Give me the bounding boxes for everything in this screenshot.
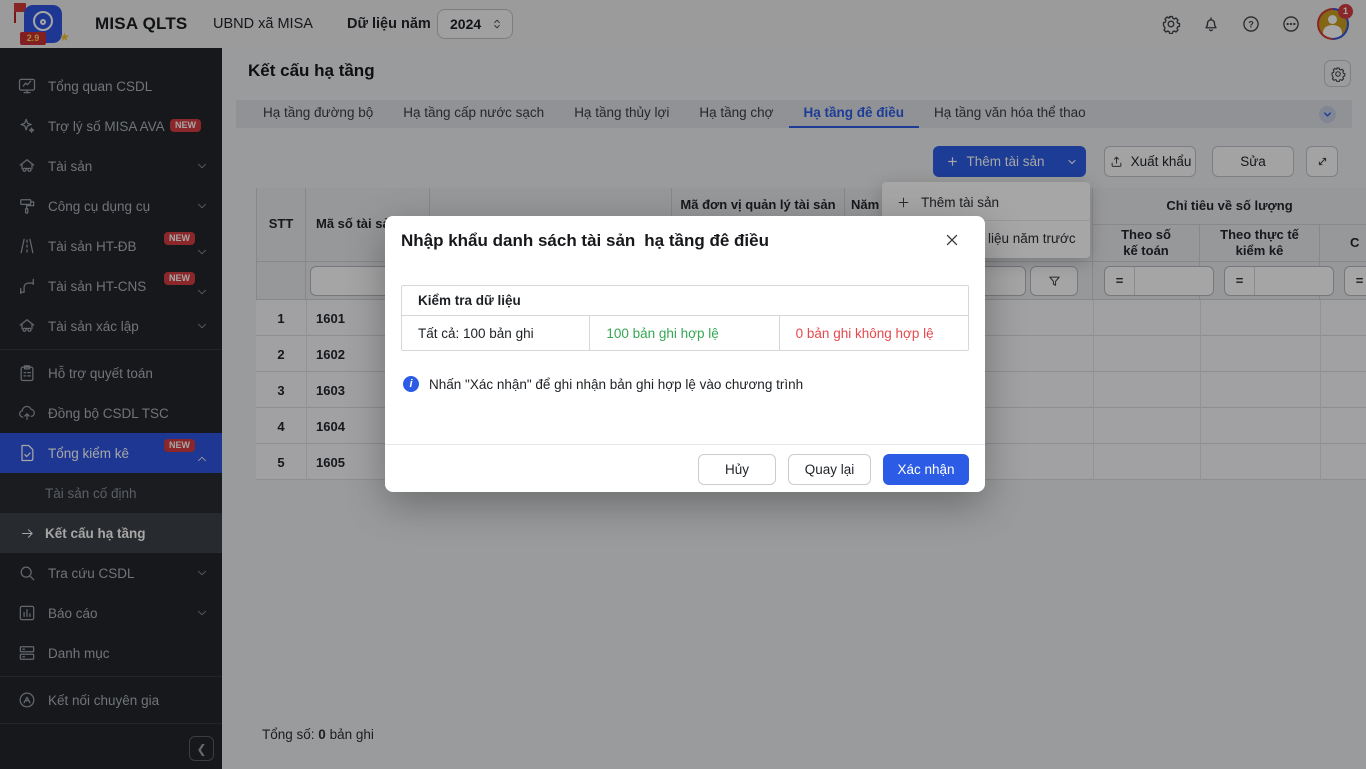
modal-note: i Nhấn "Xác nhận" để ghi nhận bản ghi hợ… <box>403 376 803 392</box>
cancel-button[interactable]: Hủy <box>698 454 776 485</box>
modal-footer: Hủy Quay lại Xác nhận <box>385 444 985 492</box>
check-table-header: Kiểm tra dữ liệu <box>402 286 968 316</box>
check-table-row: Tất cả: 100 bản ghi 100 bản ghi hợp lệ 0… <box>402 316 968 350</box>
app-window: 2.9 ★ MISA QLTS UBND xã MISA Dữ liệu năm… <box>0 0 1366 769</box>
back-button[interactable]: Quay lại <box>788 454 871 485</box>
import-result-modal: Nhập khẩu danh sách tài sảnhạ tầng đê đi… <box>385 216 985 492</box>
total-records: Tất cả: 100 bản ghi <box>402 316 590 350</box>
invalid-records: 0 bản ghi không hợp lệ <box>780 316 968 350</box>
modal-title: Nhập khẩu danh sách tài sảnhạ tầng đê đi… <box>401 231 769 251</box>
close-icon[interactable] <box>943 231 961 249</box>
valid-records: 100 bản ghi hợp lệ <box>590 316 779 350</box>
data-check-table: Kiểm tra dữ liệu Tất cả: 100 bản ghi 100… <box>401 285 969 351</box>
confirm-button[interactable]: Xác nhận <box>883 454 969 485</box>
info-icon: i <box>403 376 419 392</box>
